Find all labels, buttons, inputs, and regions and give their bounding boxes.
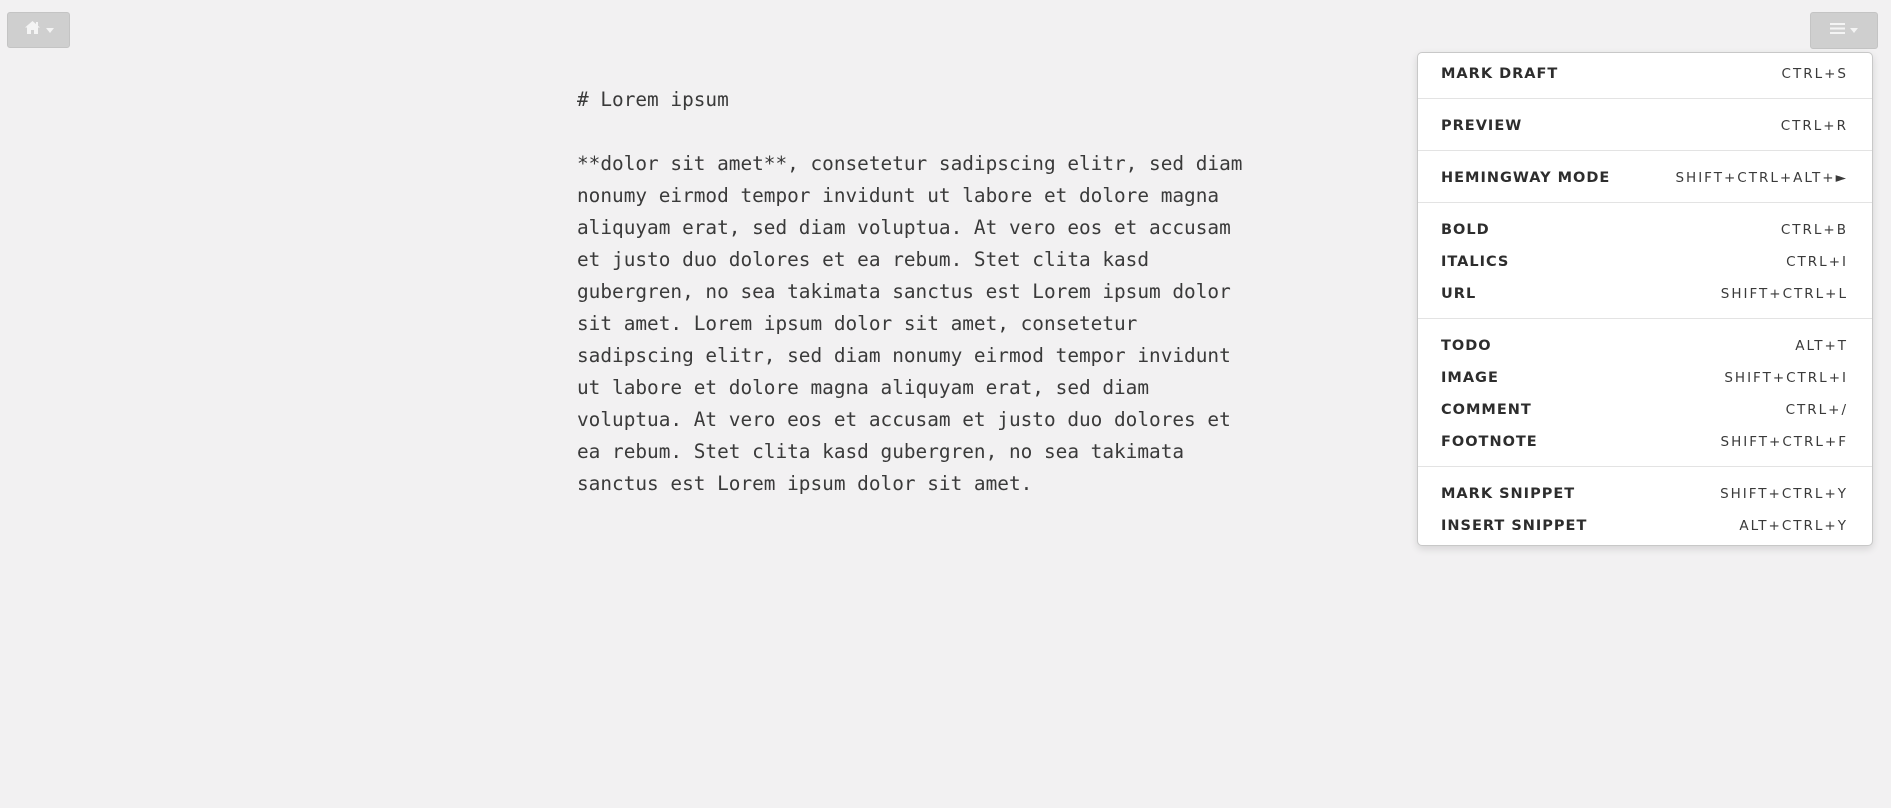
- editor-line: sadipscing elitr, sed diam nonumy eirmod…: [577, 344, 1231, 367]
- menu-divider: [1418, 202, 1872, 203]
- menu-item-shortcut: ALT+CTRL+Y: [1739, 518, 1848, 534]
- editor-line: sanctus est Lorem ipsum dolor sit amet.: [577, 472, 1033, 495]
- home-icon: [24, 20, 41, 40]
- menu-item-image[interactable]: IMAGE SHIFT+CTRL+I: [1418, 362, 1872, 394]
- menu-item-label: MARK SNIPPET: [1441, 486, 1576, 502]
- editor-line: sit amet. Lorem ipsum dolor sit amet, co…: [577, 312, 1138, 335]
- menu-item-hemingway-mode[interactable]: HEMINGWAY MODE SHIFT+CTRL+ALT+►: [1418, 162, 1872, 194]
- editor-line: ut labore et dolore magna aliquyam erat,…: [577, 376, 1150, 399]
- menu-item-label: INSERT SNIPPET: [1441, 518, 1588, 534]
- menu-item-label: PREVIEW: [1441, 118, 1523, 134]
- editor-area[interactable]: # Lorem ipsum **dolor sit amet**, conset…: [577, 84, 1277, 500]
- editor-line: ea rebum. Stet clita kasd gubergren, no …: [577, 440, 1185, 463]
- hamburger-icon: [1830, 22, 1845, 40]
- menu-item-shortcut: CTRL+I: [1786, 254, 1848, 270]
- menu-item-insert-snippet[interactable]: INSERT SNIPPET ALT+CTRL+Y: [1418, 510, 1872, 542]
- menu-item-label: BOLD: [1441, 222, 1490, 238]
- menu-item-url[interactable]: URL SHIFT+CTRL+L: [1418, 278, 1872, 310]
- menu-item-shortcut: CTRL+R: [1780, 118, 1848, 134]
- menu-item-label: URL: [1441, 286, 1477, 302]
- editor-line: **dolor sit amet**, consetetur sadipscin…: [577, 152, 1243, 175]
- editor-line: et justo duo dolores et ea rebum. Stet c…: [577, 248, 1150, 271]
- menu-item-shortcut: SHIFT+CTRL+F: [1720, 434, 1848, 450]
- menu-item-bold[interactable]: BOLD CTRL+B: [1418, 214, 1872, 246]
- menu-item-shortcut: SHIFT+CTRL+ALT+►: [1675, 170, 1848, 186]
- editor-line: gubergren, no sea takimata sanctus est L…: [577, 280, 1231, 303]
- menu-divider: [1418, 466, 1872, 467]
- menu-divider: [1418, 98, 1872, 99]
- menu-item-footnote[interactable]: FOOTNOTE SHIFT+CTRL+F: [1418, 426, 1872, 458]
- menu-item-label: FOOTNOTE: [1441, 434, 1538, 450]
- menu-item-shortcut: SHIFT+CTRL+L: [1720, 286, 1848, 302]
- editor-paragraph: **dolor sit amet**, consetetur sadipscin…: [577, 148, 1277, 500]
- menu-item-shortcut: CTRL+B: [1780, 222, 1848, 238]
- menu-item-shortcut: SHIFT+CTRL+Y: [1720, 486, 1848, 502]
- menu-divider: [1418, 318, 1872, 319]
- editor-line: nonumy eirmod tempor invidunt ut labore …: [577, 184, 1220, 207]
- menu-item-shortcut: CTRL+S: [1781, 66, 1848, 82]
- menu-item-mark-draft[interactable]: MARK DRAFT CTRL+S: [1418, 58, 1872, 90]
- menu-item-preview[interactable]: PREVIEW CTRL+R: [1418, 110, 1872, 142]
- menu-item-label: HEMINGWAY MODE: [1441, 170, 1611, 186]
- menu-item-comment[interactable]: COMMENT CTRL+/: [1418, 394, 1872, 426]
- menu-item-label: IMAGE: [1441, 370, 1499, 386]
- menu-item-label: ITALICS: [1441, 254, 1510, 270]
- menu-item-label: TODO: [1441, 338, 1492, 354]
- dropdown-menu: MARK DRAFT CTRL+S PREVIEW CTRL+R HEMINGW…: [1417, 52, 1873, 546]
- editor-heading: # Lorem ipsum: [577, 88, 729, 111]
- chevron-down-icon: [45, 27, 54, 33]
- menu-item-shortcut: ALT+T: [1795, 338, 1848, 354]
- menu-divider: [1418, 150, 1872, 151]
- menu-item-label: MARK DRAFT: [1441, 66, 1559, 82]
- menu-button[interactable]: [1810, 12, 1878, 49]
- menu-item-italics[interactable]: ITALICS CTRL+I: [1418, 246, 1872, 278]
- editor-line: aliquyam erat, sed diam voluptua. At ver…: [577, 216, 1231, 239]
- menu-item-todo[interactable]: TODO ALT+T: [1418, 330, 1872, 362]
- chevron-down-icon: [1850, 28, 1858, 33]
- menu-item-label: COMMENT: [1441, 402, 1532, 418]
- menu-item-shortcut: CTRL+/: [1785, 402, 1848, 418]
- menu-item-mark-snippet[interactable]: MARK SNIPPET SHIFT+CTRL+Y: [1418, 478, 1872, 510]
- editor-line: voluptua. At vero eos et accusam et just…: [577, 408, 1231, 431]
- menu-item-shortcut: SHIFT+CTRL+I: [1724, 370, 1848, 386]
- home-button[interactable]: [7, 12, 70, 48]
